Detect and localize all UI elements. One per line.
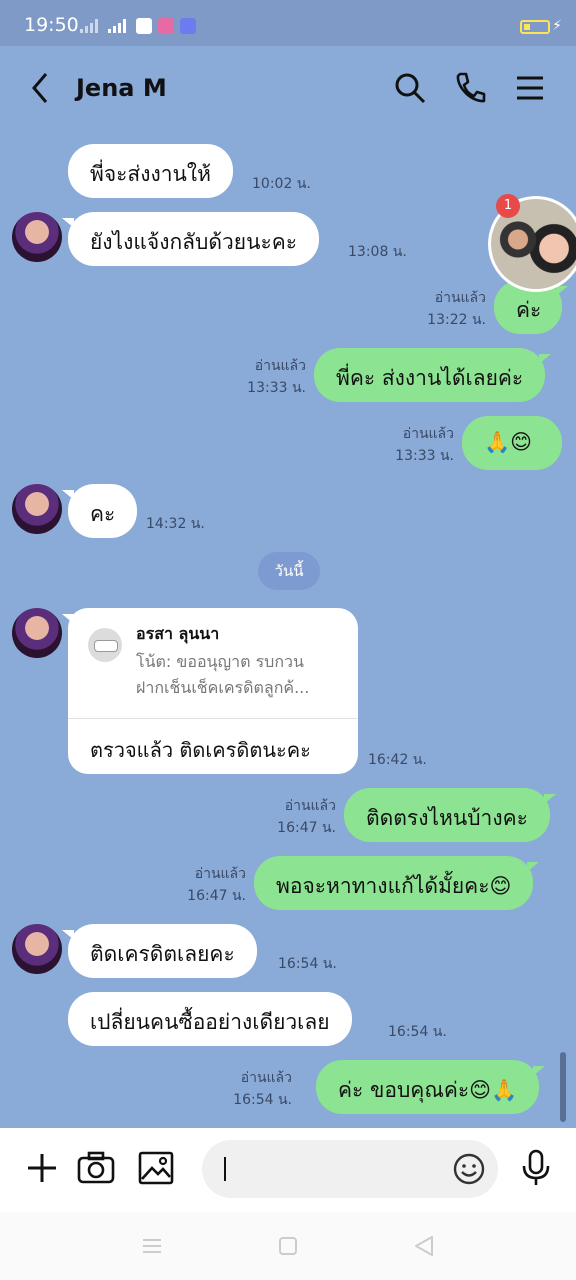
- chrome-icon: [136, 18, 152, 34]
- message-bubble[interactable]: พอจะหาทางแก้ได้มั้ยคะ😊: [254, 856, 540, 910]
- message-bubble[interactable]: พี่คะ ส่งงานได้เลยค่ะ: [314, 348, 552, 402]
- mic-icon[interactable]: [516, 1148, 556, 1188]
- chat-header: Jena M: [0, 46, 576, 132]
- read-receipt: อ่านแล้ว: [284, 798, 336, 814]
- contact-name[interactable]: Jena M: [76, 74, 167, 102]
- read-receipt: อ่านแล้ว: [194, 866, 246, 882]
- status-time: 19:50: [24, 14, 79, 36]
- scrollbar[interactable]: [560, 1052, 566, 1122]
- recents-icon[interactable]: [140, 1234, 164, 1258]
- contact-avatar[interactable]: [12, 924, 62, 974]
- read-receipt: อ่านแล้ว: [240, 1070, 292, 1086]
- contact-avatar[interactable]: [12, 484, 62, 534]
- message-time: 13:08 น.: [348, 244, 407, 260]
- contact-avatar[interactable]: [12, 212, 62, 262]
- signal-icon: [80, 19, 98, 33]
- reply-thumbnail: [88, 628, 122, 662]
- divider: [68, 718, 358, 719]
- message-input[interactable]: [202, 1140, 498, 1198]
- battery-icon: [520, 20, 550, 34]
- camera-icon[interactable]: [76, 1148, 116, 1188]
- emoji-icon[interactable]: [452, 1152, 486, 1186]
- message-time: 16:47 น.: [187, 888, 246, 904]
- message-bubble[interactable]: ค่ะ ขอบคุณค่ะ😊🙏: [316, 1060, 546, 1114]
- read-receipt: อ่านแล้ว: [254, 358, 306, 374]
- message-time: 16:54 น.: [388, 1024, 447, 1040]
- notification-badge: 1: [496, 194, 520, 218]
- reply-note: โน้ต: ขออนุญาต รบกวน: [136, 652, 304, 671]
- search-icon[interactable]: [392, 70, 428, 106]
- phone-icon[interactable]: [452, 70, 488, 106]
- app-icon: [158, 18, 174, 34]
- message-time: 16:54 น.: [233, 1092, 292, 1108]
- message-bubble[interactable]: เปลี่ยนคนซื้ออย่างเดียวเลย: [68, 992, 352, 1046]
- reply-text: ตรวจแล้ว ติดเครดิตนะคะ: [90, 738, 311, 762]
- messenger-icon: [180, 18, 196, 34]
- message-bubble[interactable]: คะ: [61, 484, 138, 538]
- contact-avatar[interactable]: [12, 608, 62, 658]
- system-nav-bar: [0, 1212, 576, 1280]
- menu-icon[interactable]: [512, 70, 548, 106]
- chat-area[interactable]: พี่จะส่งงานให้ 10:02 น. ยังไงแจ้งกลับด้ว…: [0, 132, 576, 1128]
- signal-4g-icon: [108, 19, 126, 33]
- image-icon[interactable]: [136, 1148, 176, 1188]
- status-icons: [80, 18, 196, 34]
- charging-icon: ⚡: [552, 18, 562, 34]
- message-time: 16:42 น.: [368, 752, 427, 768]
- message-bubble[interactable]: ยังไงแจ้งกลับด้วยนะคะ: [61, 212, 320, 266]
- date-separator: วันนี้: [258, 552, 320, 590]
- text-caret: [224, 1157, 226, 1181]
- message-bubble[interactable]: พี่จะส่งงานให้: [68, 144, 233, 198]
- status-bar: 19:50 ⚡: [0, 0, 576, 46]
- message-bubble[interactable]: 🙏😊: [462, 416, 562, 470]
- reply-message-card[interactable]: อรสา ลุนนา โน้ต: ขออนุญาต รบกวน ฝากเช็นเ…: [62, 608, 358, 774]
- message-time: 13:33 น.: [395, 448, 454, 464]
- back-icon[interactable]: [26, 70, 56, 106]
- back-nav-icon[interactable]: [412, 1234, 436, 1258]
- message-time: 16:54 น.: [278, 956, 337, 972]
- message-bubble[interactable]: ติดเครดิตเลยคะ: [62, 924, 257, 978]
- message-time: 13:33 น.: [247, 380, 306, 396]
- message-time: 13:22 น.: [427, 312, 486, 328]
- read-receipt: อ่านแล้ว: [402, 426, 454, 442]
- message-time: 10:02 น.: [252, 176, 311, 192]
- reply-author: อรสา ลุนนา: [136, 624, 220, 643]
- message-bubble[interactable]: ติดตรงไหนบ้างคะ: [344, 788, 556, 842]
- reply-note: ฝากเช็นเช็คเครดิตลูกค้...: [136, 678, 310, 697]
- message-time: 16:47 น.: [277, 820, 336, 836]
- message-time: 14:32 น.: [146, 516, 205, 532]
- home-icon[interactable]: [276, 1234, 300, 1258]
- input-bar: [0, 1128, 576, 1212]
- read-receipt: อ่านแล้ว: [434, 290, 486, 306]
- plus-icon[interactable]: [22, 1148, 62, 1188]
